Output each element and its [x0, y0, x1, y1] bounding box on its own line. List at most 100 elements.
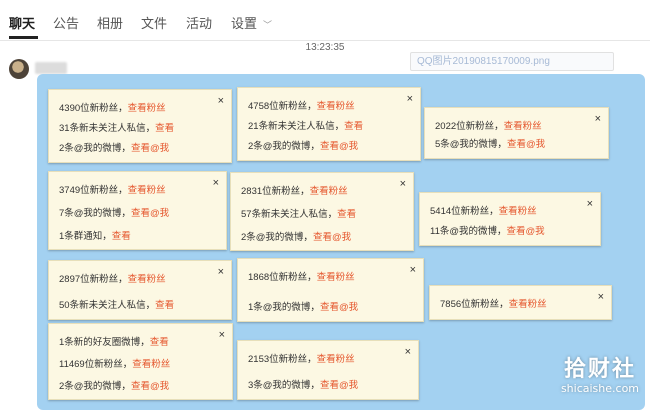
view-link[interactable]: 查看粉丝 [317, 272, 355, 283]
close-icon[interactable]: × [400, 179, 406, 190]
tab-activities[interactable]: 活动 [186, 13, 212, 32]
close-icon[interactable]: × [218, 96, 224, 107]
notification-text: 2022位新粉丝， [435, 121, 504, 132]
notification-line: 4758位新粉丝，查看粉丝 [248, 98, 355, 112]
tab-settings-label: 设置 [231, 16, 258, 31]
notification-line: 1868位新粉丝，查看粉丝 [248, 269, 355, 283]
notification-text: 4758位新粉丝， [248, 101, 317, 112]
notification-line: 1条群通知，查看 [59, 228, 131, 242]
view-link[interactable]: 查看@我 [320, 141, 358, 152]
view-link[interactable]: 查看@我 [131, 208, 169, 219]
notification-line: 21条新未关注人私信，查看 [248, 118, 363, 132]
notification-text: 2条@我的微博， [59, 143, 131, 154]
tab-settings[interactable]: 设置 ﹀ [231, 13, 272, 32]
notification-line: 2条@我的微博，查看@我 [59, 140, 169, 154]
notification-text: 31条新未关注人私信， [59, 123, 156, 134]
notification-line: 2153位新粉丝，查看粉丝 [248, 351, 355, 365]
avatar[interactable] [9, 59, 29, 79]
notification-text: 1868位新粉丝， [248, 272, 317, 283]
close-icon[interactable]: × [219, 330, 225, 341]
file-name-chip[interactable]: QQ图片20190815170009.png [410, 52, 614, 71]
tab-announcements[interactable]: 公告 [53, 13, 79, 32]
view-link[interactable]: 查看 [112, 231, 131, 242]
notification-text: 5414位新粉丝， [430, 206, 499, 217]
view-link[interactable]: 查看粉丝 [499, 206, 537, 217]
notification-text: 3749位新粉丝， [59, 185, 128, 196]
active-tab-indicator [9, 36, 38, 39]
notification-line: 31条新未关注人私信，查看 [59, 120, 174, 134]
close-icon[interactable]: × [218, 267, 224, 278]
tab-files[interactable]: 文件 [141, 13, 167, 32]
notification-line: 7856位新粉丝，查看粉丝 [440, 296, 547, 310]
notification-card: × 1条新的好友圈微博，查看 11469位新粉丝，查看粉丝 2条@我的微博，查看@我 [48, 323, 233, 400]
notification-line: 57条新未关注人私信，查看 [241, 206, 356, 220]
notification-line: 4390位新粉丝，查看粉丝 [59, 100, 166, 114]
close-icon[interactable]: × [213, 178, 219, 189]
view-link[interactable]: 查看 [155, 300, 174, 311]
view-link[interactable]: 查看粉丝 [504, 121, 542, 132]
notification-line: 7条@我的微博，查看@我 [59, 205, 169, 219]
watermark-url: shicaishe.com [560, 382, 640, 395]
notification-line: 11469位新粉丝，查看粉丝 [59, 356, 170, 370]
notification-text: 1条新的好友圈微博， [59, 337, 150, 348]
notification-text: 57条新未关注人私信， [241, 209, 338, 220]
view-link[interactable]: 查看@我 [131, 143, 169, 154]
close-icon[interactable]: × [405, 347, 411, 358]
watermark-text: 拾财社 [563, 356, 636, 382]
notification-card: × 2897位新粉丝，查看粉丝 50条新未关注人私信，查看 [48, 260, 232, 320]
view-link[interactable]: 查看粉丝 [509, 299, 547, 310]
close-icon[interactable]: × [407, 94, 413, 105]
notification-line: 2022位新粉丝，查看粉丝 [435, 118, 542, 132]
view-link[interactable]: 查看@我 [313, 232, 351, 243]
notification-text: 7条@我的微博， [59, 208, 131, 219]
view-link[interactable]: 查看粉丝 [317, 101, 355, 112]
view-link[interactable]: 查看@我 [320, 380, 358, 391]
notification-line: 5条@我的微博，查看@我 [435, 136, 545, 150]
notification-text: 1条群通知， [59, 231, 112, 242]
view-link[interactable]: 查看@我 [131, 381, 169, 392]
view-link[interactable]: 查看 [337, 209, 356, 220]
notification-line: 11条@我的微博，查看@我 [430, 223, 545, 237]
notification-line: 2条@我的微博，查看@我 [241, 229, 351, 243]
watermark-logo: 拾财社 shicaishe.com [552, 356, 648, 395]
view-link[interactable]: 查看粉丝 [128, 274, 166, 285]
notification-card: × 5414位新粉丝，查看粉丝 11条@我的微博，查看@我 [419, 192, 601, 246]
notification-line: 50条新未关注人私信，查看 [59, 297, 174, 311]
notification-line: 3条@我的微博，查看@我 [248, 377, 358, 391]
view-link[interactable]: 查看@我 [507, 139, 545, 150]
tab-album[interactable]: 相册 [97, 13, 123, 32]
view-link[interactable]: 查看 [150, 337, 169, 348]
notification-card: × 2831位新粉丝，查看粉丝 57条新未关注人私信，查看 2条@我的微博，查看@我 [230, 172, 414, 251]
notification-text: 5条@我的微博， [435, 139, 507, 150]
notification-card: × 4758位新粉丝，查看粉丝 21条新未关注人私信，查看 2条@我的微博，查看@我 [237, 87, 421, 161]
notification-card: × 2022位新粉丝，查看粉丝 5条@我的微博，查看@我 [424, 107, 609, 159]
view-link[interactable]: 查看粉丝 [310, 186, 348, 197]
notification-text: 3条@我的微博， [248, 380, 320, 391]
notification-text: 7856位新粉丝， [440, 299, 509, 310]
view-link[interactable]: 查看粉丝 [317, 354, 355, 365]
view-link[interactable]: 查看粉丝 [128, 103, 166, 114]
notification-line: 1条新的好友圈微博，查看 [59, 334, 169, 348]
view-link[interactable]: 查看粉丝 [128, 185, 166, 196]
notification-line: 2条@我的微博，查看@我 [59, 378, 169, 392]
notification-card: × 3749位新粉丝，查看粉丝 7条@我的微博，查看@我 1条群通知，查看 [48, 171, 227, 250]
view-link[interactable]: 查看 [344, 121, 363, 132]
notification-card: × 7856位新粉丝，查看粉丝 [429, 285, 612, 320]
notification-line: 2897位新粉丝，查看粉丝 [59, 271, 166, 285]
view-link[interactable]: 查看@我 [320, 302, 358, 313]
close-icon[interactable]: × [598, 292, 604, 303]
notification-text: 11469位新粉丝， [59, 359, 133, 370]
notification-text: 50条新未关注人私信， [59, 300, 156, 311]
close-icon[interactable]: × [587, 199, 593, 210]
tab-chat[interactable]: 聊天 [9, 13, 35, 32]
view-link[interactable]: 查看 [155, 123, 174, 134]
close-icon[interactable]: × [410, 265, 416, 276]
notification-card: × 2153位新粉丝，查看粉丝 3条@我的微博，查看@我 [237, 340, 419, 400]
close-icon[interactable]: × [595, 114, 601, 125]
sender-name [35, 62, 67, 74]
tab-bar: 聊天 公告 相册 文件 活动 设置 ﹀ [0, 0, 650, 41]
view-link[interactable]: 查看粉丝 [132, 359, 170, 370]
notification-text: 2153位新粉丝， [248, 354, 317, 365]
view-link[interactable]: 查看@我 [507, 226, 545, 237]
notification-text: 2条@我的微博， [241, 232, 313, 243]
